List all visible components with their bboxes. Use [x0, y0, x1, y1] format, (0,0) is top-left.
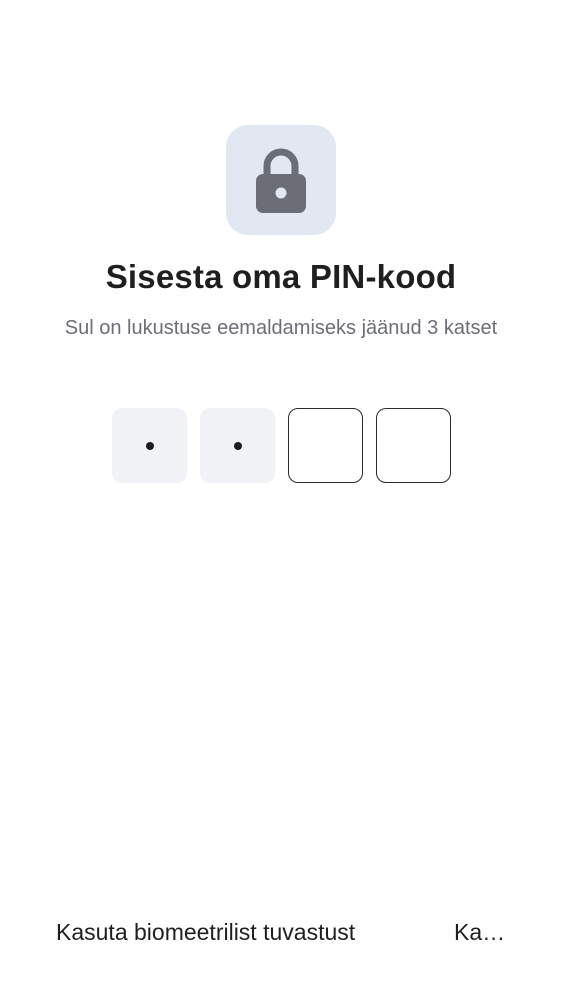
secondary-action-button[interactable]: Ka… [454, 912, 510, 952]
page-title: Sisesta oma PIN-kood [105, 258, 457, 295]
bottom-actions: Kasuta biomeetrilist tuvastust Ka… [0, 912, 562, 952]
pin-digit-box-3[interactable] [288, 408, 363, 483]
pin-dot [145, 441, 154, 450]
pin-dot [233, 441, 242, 450]
use-biometric-button[interactable]: Kasuta biomeetrilist tuvastust [56, 912, 416, 952]
pin-digit-box-1[interactable] [112, 408, 187, 483]
pin-digit-box-2[interactable] [200, 408, 275, 483]
lock-icon-tile [226, 125, 336, 235]
attempts-remaining-text: Sul on lukustuse eemaldamiseks jäänud 3 … [64, 317, 498, 339]
pin-digit-box-4[interactable] [376, 408, 451, 483]
lock-icon [256, 148, 306, 213]
pin-input-row[interactable] [112, 408, 451, 483]
